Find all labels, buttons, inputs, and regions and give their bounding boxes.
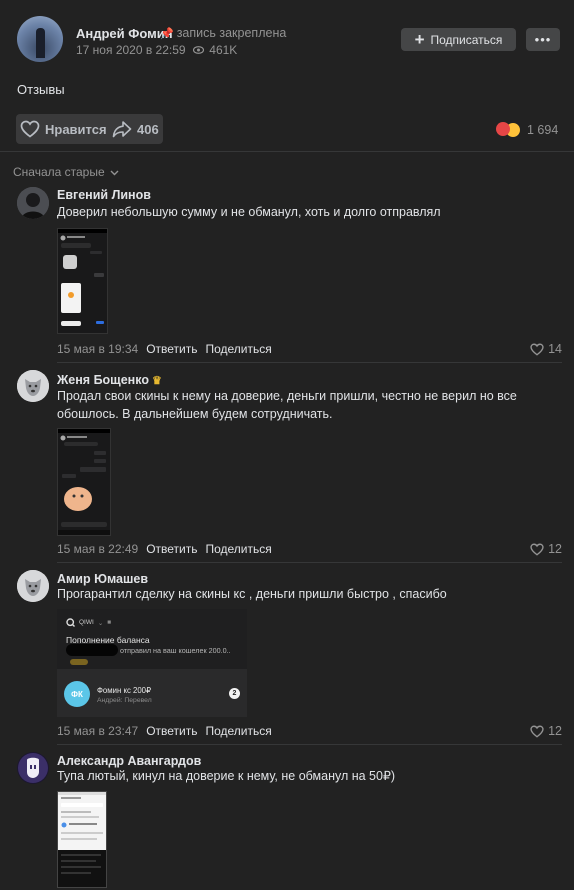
post-date[interactable]: 17 ноя 2020 в 22:59 [76, 43, 186, 57]
commenter-name[interactable]: Женя Бощенко ♛ [57, 373, 162, 387]
post-actions: Нравится 406 [16, 114, 163, 144]
more-button[interactable]: ••• [526, 28, 560, 51]
comment-date[interactable]: 15 мая в 23:47 [57, 724, 138, 738]
comment-text: Тупа лютый, кинул на доверие к нему, не … [57, 769, 396, 783]
commenter-name[interactable]: Амир Юмашев [57, 572, 148, 586]
qiwi-app-row: QIWI ⌄ ■ [66, 618, 111, 627]
comment-footer: 15 мая в 19:34 Ответить Поделиться 14 [57, 342, 562, 358]
share-comment-button[interactable]: Поделиться [205, 342, 271, 356]
comment-like-count: 14 [548, 342, 562, 356]
redaction-scribble [66, 644, 118, 656]
crown-badge-icon: ♛ [151, 375, 162, 387]
comment-footer: 15 мая в 23:47 Ответить Поделиться 12 [57, 724, 562, 740]
pin-icon: 📌 [160, 28, 174, 40]
share-button[interactable]: 406 [112, 120, 159, 138]
qiwi-line: отправил на ваш кошелек 200.0.. [120, 646, 231, 655]
post-meta: 17 ноя 2020 в 22:59 461K [76, 43, 237, 57]
commenter-name-text: Женя Бощенко [57, 373, 149, 387]
post-header: Андрей Фомин 📌 запись закреплена 17 ноя 2… [0, 0, 574, 70]
qiwi-app-name: QIWI [79, 619, 94, 626]
attached-screenshot[interactable] [57, 791, 107, 888]
chevron-down-icon: ⌄ [97, 619, 104, 627]
square-icon: ■ [107, 619, 112, 626]
attached-screenshot[interactable] [57, 228, 108, 334]
subscribe-button[interactable]: + Подписаться [401, 28, 516, 51]
reactions-count: 1 694 [527, 123, 559, 137]
like-button[interactable]: Нравится [20, 120, 107, 138]
comment-date[interactable]: 15 мая в 19:34 [57, 342, 138, 356]
sort-label: Сначала старые [13, 165, 105, 179]
pinned-label: запись закреплена [176, 26, 287, 40]
plus-icon: + [414, 30, 425, 49]
qiwi-logo-icon [66, 618, 75, 627]
commenter-avatar[interactable] [17, 370, 49, 402]
reactions-summary[interactable]: 1 694 [496, 122, 558, 138]
subscribe-label: Подписаться [430, 32, 503, 47]
sort-dropdown[interactable]: Сначала старые [13, 165, 119, 179]
commenter-avatar[interactable] [17, 570, 49, 602]
attached-screenshot[interactable] [57, 428, 111, 536]
attached-screenshot[interactable]: QIWI ⌄ ■ Пополнение баланса отправил на … [57, 609, 247, 717]
commenter-name[interactable]: Евгений Линов [57, 188, 151, 202]
chat-title: Фомин кс 200₽ [97, 686, 151, 695]
comment-like-count: 12 [548, 542, 562, 556]
share-icon [112, 121, 132, 138]
unread-badge: 2 [229, 688, 240, 699]
author-name[interactable]: Андрей Фомин [76, 26, 173, 41]
share-comment-button[interactable]: Поделиться [205, 724, 271, 738]
commenter-avatar[interactable] [17, 752, 49, 784]
eye-icon [192, 43, 207, 57]
heart-icon [20, 120, 40, 138]
chevron-down-icon [110, 170, 119, 176]
commenter-name[interactable]: Александр Авангардов [57, 754, 201, 768]
like-label: Нравится [45, 121, 107, 137]
coin-scribble [70, 659, 88, 665]
share-comment-button[interactable]: Поделиться [205, 542, 271, 556]
author-avatar[interactable] [17, 16, 63, 62]
comment-like-button[interactable]: 12 [530, 724, 562, 738]
commenter-avatar[interactable] [17, 187, 49, 219]
share-count: 406 [137, 121, 159, 137]
post-text: Отзывы [17, 82, 65, 97]
heart-reaction-icon [496, 122, 510, 136]
comment-divider [57, 362, 562, 363]
divider [0, 151, 574, 152]
comment-text: Продал свои скины к нему на доверие, ден… [57, 389, 517, 421]
comment-text: Прогарантил сделку на скины кс , деньги … [57, 587, 447, 601]
comment-like-button[interactable]: 14 [530, 342, 562, 356]
chat-subtitle: Андрей: Перевел [97, 697, 152, 704]
comment-like-button[interactable]: 12 [530, 542, 562, 556]
comment-divider [57, 562, 562, 563]
heart-icon [530, 343, 544, 356]
reply-button[interactable]: Ответить [146, 724, 197, 738]
pinned-status: 📌 запись закреплена [160, 26, 286, 40]
comment-text: Доверил небольшую сумму и не обманул, хо… [57, 205, 441, 219]
comment-date[interactable]: 15 мая в 22:49 [57, 542, 138, 556]
comment-footer: 15 мая в 22:49 Ответить Поделиться 12 [57, 542, 562, 558]
reply-button[interactable]: Ответить [146, 342, 197, 356]
chat-avatar: ФК [64, 681, 90, 707]
comment-divider [57, 744, 562, 745]
heart-icon [530, 725, 544, 738]
chat-preview-row[interactable]: ФК Фомин кс 200₽ Андрей: Перевел 2 [57, 669, 247, 717]
reply-button[interactable]: Ответить [146, 542, 197, 556]
comment-like-count: 12 [548, 724, 562, 738]
heart-icon [530, 543, 544, 556]
views-count: 461K [209, 43, 238, 57]
